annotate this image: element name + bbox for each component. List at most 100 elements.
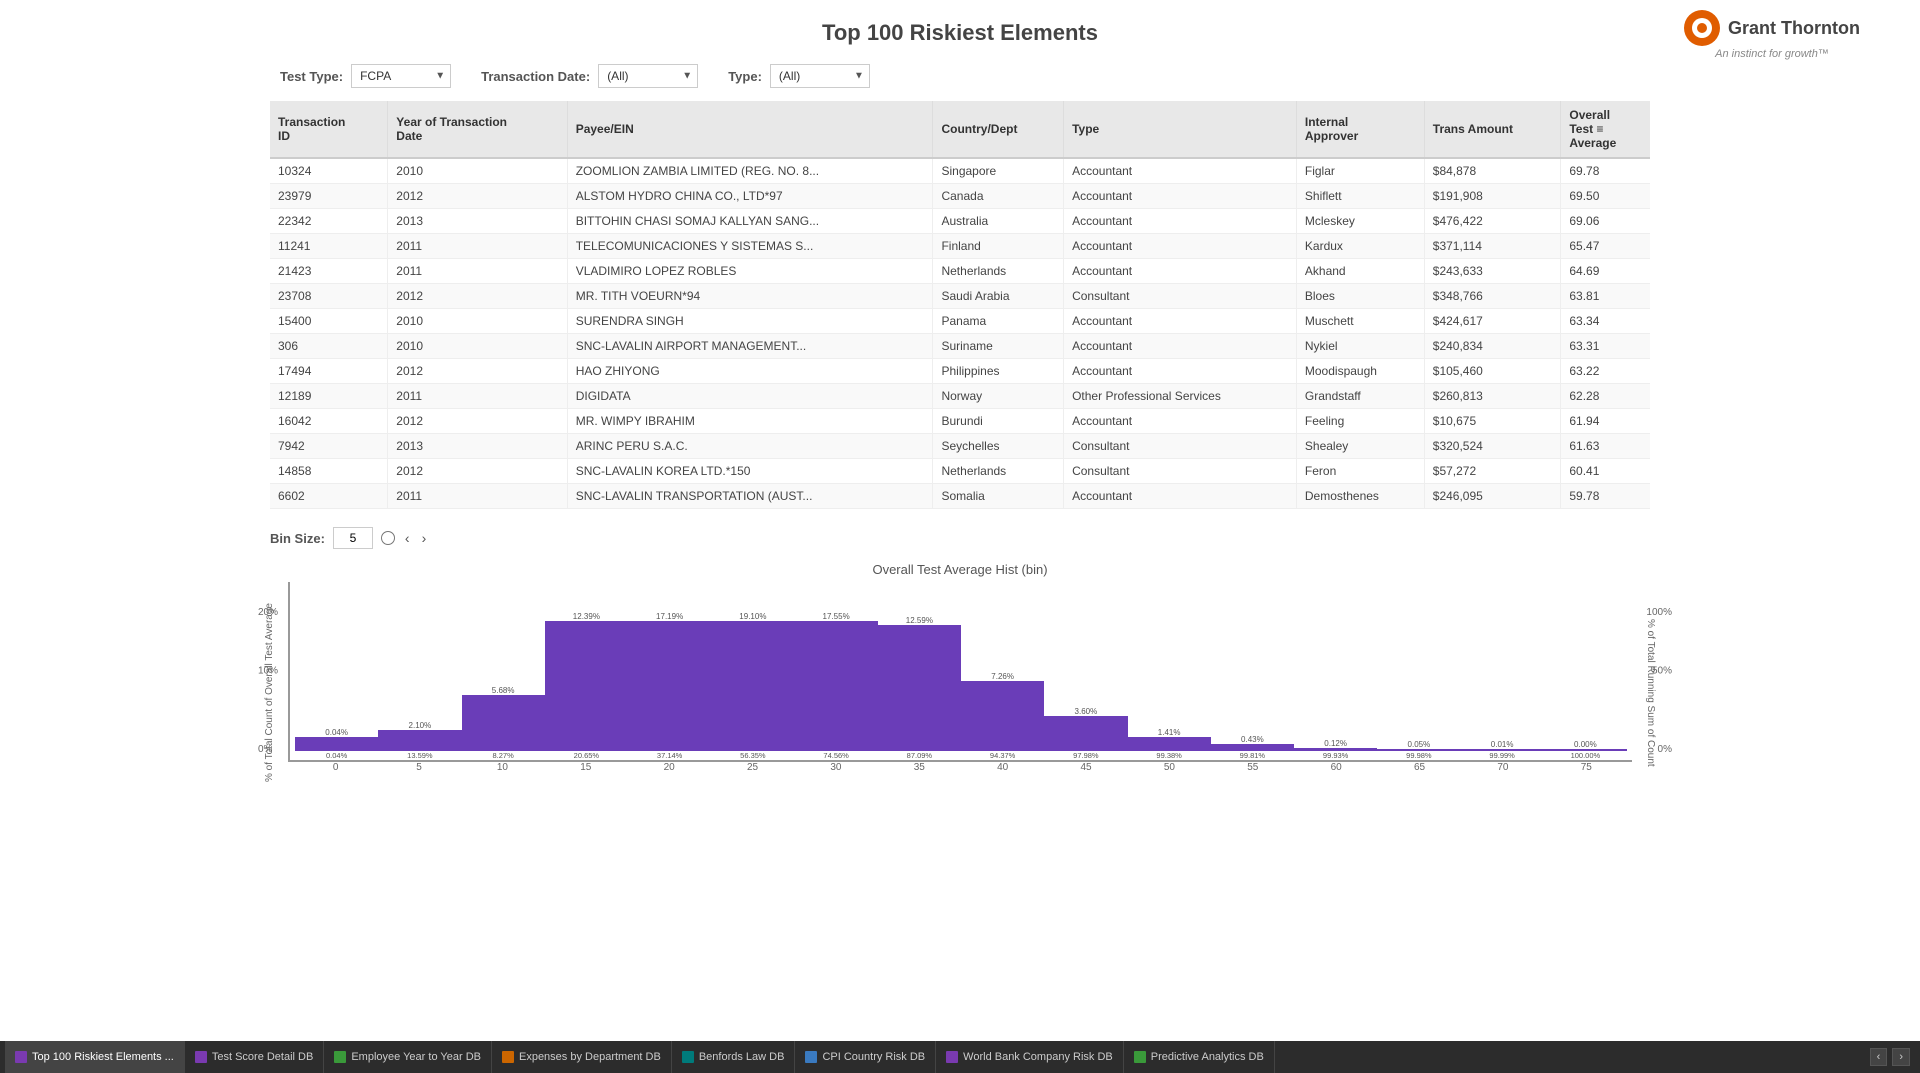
x-label: 70 bbox=[1462, 762, 1543, 773]
test-type-select-wrapper[interactable]: FCPA All ABAC ▼ bbox=[351, 64, 451, 88]
bar-group: 19.10%56.35% bbox=[711, 612, 794, 760]
table-cell: $246,095 bbox=[1424, 484, 1561, 509]
bar-group: 0.04%0.04% bbox=[295, 612, 378, 760]
bottom-tab[interactable]: ■World Bank Company Risk DB bbox=[936, 1041, 1124, 1073]
transaction-date-select-wrapper[interactable]: (All) 2010 2011 2012 2013 ▼ bbox=[598, 64, 698, 88]
bin-size-radio[interactable] bbox=[381, 531, 395, 545]
table-cell: Accountant bbox=[1064, 359, 1297, 384]
tab-label: Benfords Law DB bbox=[699, 1051, 785, 1063]
bar-label-top: 7.26% bbox=[991, 672, 1014, 681]
table-cell: 69.78 bbox=[1561, 158, 1650, 184]
bottom-tab[interactable]: ■Expenses by Department DB bbox=[492, 1041, 672, 1073]
type-label: Type: bbox=[728, 69, 762, 84]
bar-group: 17.55%74.56% bbox=[795, 612, 878, 760]
bottom-tab[interactable]: ■Test Score Detail DB bbox=[185, 1041, 324, 1073]
tab-label: Expenses by Department DB bbox=[519, 1051, 661, 1063]
bar-label-bottom: 99.93% bbox=[1323, 751, 1348, 760]
table-cell: BITTOHIN CHASI SOMAJ KALLYAN SANG... bbox=[567, 209, 933, 234]
test-type-select[interactable]: FCPA All ABAC bbox=[351, 64, 451, 88]
bottom-tab[interactable]: ■Employee Year to Year DB bbox=[324, 1041, 492, 1073]
table-cell: Moodispaugh bbox=[1296, 359, 1424, 384]
bar-group: 0.01%99.99% bbox=[1461, 612, 1544, 760]
table-cell: MR. TITH VOEURN*94 bbox=[567, 284, 933, 309]
bar-label-top: 12.59% bbox=[906, 616, 933, 625]
table-cell: $240,834 bbox=[1424, 334, 1561, 359]
bar-label-bottom: 97.98% bbox=[1073, 751, 1098, 760]
y-label-0: 0% bbox=[258, 744, 272, 755]
type-select-wrapper[interactable]: (All) Accountant Consultant Attorney ▼ bbox=[770, 64, 870, 88]
table-cell: Grandstaff bbox=[1296, 384, 1424, 409]
bottom-tab[interactable]: ■CPI Country Risk DB bbox=[795, 1041, 936, 1073]
table-cell: Feron bbox=[1296, 459, 1424, 484]
table-cell: 2011 bbox=[388, 484, 567, 509]
table-cell: Somalia bbox=[933, 484, 1064, 509]
col-year: Year of TransactionDate bbox=[388, 101, 567, 158]
bin-size-input[interactable] bbox=[333, 527, 373, 549]
table-cell: $84,878 bbox=[1424, 158, 1561, 184]
table-cell: HAO ZHIYONG bbox=[567, 359, 933, 384]
table-cell: Muschett bbox=[1296, 309, 1424, 334]
table-cell: Netherlands bbox=[933, 259, 1064, 284]
x-labels-row: 051015202530354045505560657075 bbox=[288, 762, 1632, 773]
table-cell: Accountant bbox=[1064, 234, 1297, 259]
table-row: 154002010SURENDRA SINGHPanamaAccountantM… bbox=[270, 309, 1650, 334]
bar-label-bottom: 99.38% bbox=[1156, 751, 1181, 760]
bar-group: 5.68%8.27% bbox=[462, 612, 545, 760]
table-cell: VLADIMIRO LOPEZ ROBLES bbox=[567, 259, 933, 284]
table-cell: TELECOMUNICACIONES Y SISTEMAS S... bbox=[567, 234, 933, 259]
prev-sheet-button[interactable]: ‹ bbox=[1870, 1048, 1888, 1066]
table-cell: $243,633 bbox=[1424, 259, 1561, 284]
bar-label-top: 2.10% bbox=[409, 721, 432, 730]
table-row: 214232011VLADIMIRO LOPEZ ROBLESNetherlan… bbox=[270, 259, 1650, 284]
table-cell: 10324 bbox=[270, 158, 388, 184]
bar bbox=[795, 621, 878, 751]
table-cell: 65.47 bbox=[1561, 234, 1650, 259]
bar-label-bottom: 87.09% bbox=[907, 751, 932, 760]
table-cell: 2012 bbox=[388, 284, 567, 309]
table-cell: Shealey bbox=[1296, 434, 1424, 459]
type-select[interactable]: (All) Accountant Consultant Attorney bbox=[770, 64, 870, 88]
next-sheet-button[interactable]: › bbox=[1892, 1048, 1910, 1066]
bar-group: 0.12% 99.93% bbox=[1294, 612, 1377, 760]
bar bbox=[1044, 716, 1127, 751]
table-cell: Feeling bbox=[1296, 409, 1424, 434]
table-row: 3062010SNC-LAVALIN AIRPORT MANAGEMENT...… bbox=[270, 334, 1650, 359]
table-cell: Other Professional Services bbox=[1064, 384, 1297, 409]
bar-label-top: 0.12% bbox=[1324, 739, 1347, 748]
bar-label-bottom: 94.37% bbox=[990, 751, 1015, 760]
table-cell: MR. WIMPY IBRAHIM bbox=[567, 409, 933, 434]
bar-label-top: 0.01% bbox=[1491, 740, 1514, 749]
table-cell: SURENDRA SINGH bbox=[567, 309, 933, 334]
bar-label-top: 12.39% bbox=[573, 612, 600, 621]
col-overall: OverallTest ≡Average bbox=[1561, 101, 1650, 158]
bar bbox=[961, 681, 1044, 751]
table-cell: Finland bbox=[933, 234, 1064, 259]
bottom-tab[interactable]: ■Predictive Analytics DB bbox=[1124, 1041, 1275, 1073]
table-cell: $371,114 bbox=[1424, 234, 1561, 259]
table-cell: $348,766 bbox=[1424, 284, 1561, 309]
bin-next-button[interactable]: › bbox=[420, 530, 429, 546]
x-label: 25 bbox=[712, 762, 793, 773]
col-type: Type bbox=[1064, 101, 1297, 158]
bar bbox=[1128, 737, 1211, 751]
transaction-date-filter: Transaction Date: (All) 2010 2011 2012 2… bbox=[481, 64, 698, 88]
table-cell: Accountant bbox=[1064, 158, 1297, 184]
col-approver: InternalApprover bbox=[1296, 101, 1424, 158]
header-area: Top 100 Riskiest Elements Grant Thornton… bbox=[0, 0, 1920, 56]
bar-label-bottom: 56.35% bbox=[740, 751, 765, 760]
table-cell: Nykiel bbox=[1296, 334, 1424, 359]
table-cell: Canada bbox=[933, 184, 1064, 209]
transaction-date-select[interactable]: (All) 2010 2011 2012 2013 bbox=[598, 64, 698, 88]
table-cell: 61.94 bbox=[1561, 409, 1650, 434]
bar-group: 3.60%97.98% bbox=[1044, 612, 1127, 760]
bin-prev-button[interactable]: ‹ bbox=[403, 530, 412, 546]
bottom-tab[interactable]: ■Benfords Law DB bbox=[672, 1041, 796, 1073]
logo-icon bbox=[1684, 10, 1720, 46]
bar-label-bottom: 20.65% bbox=[574, 751, 599, 760]
x-label: 10 bbox=[462, 762, 543, 773]
table-cell: Figlar bbox=[1296, 158, 1424, 184]
bottom-tab[interactable]: ■Top 100 Riskiest Elements ... bbox=[5, 1041, 185, 1073]
bar-label-top: 0.00% bbox=[1574, 740, 1597, 749]
table-cell: 69.50 bbox=[1561, 184, 1650, 209]
table-cell: 2012 bbox=[388, 359, 567, 384]
